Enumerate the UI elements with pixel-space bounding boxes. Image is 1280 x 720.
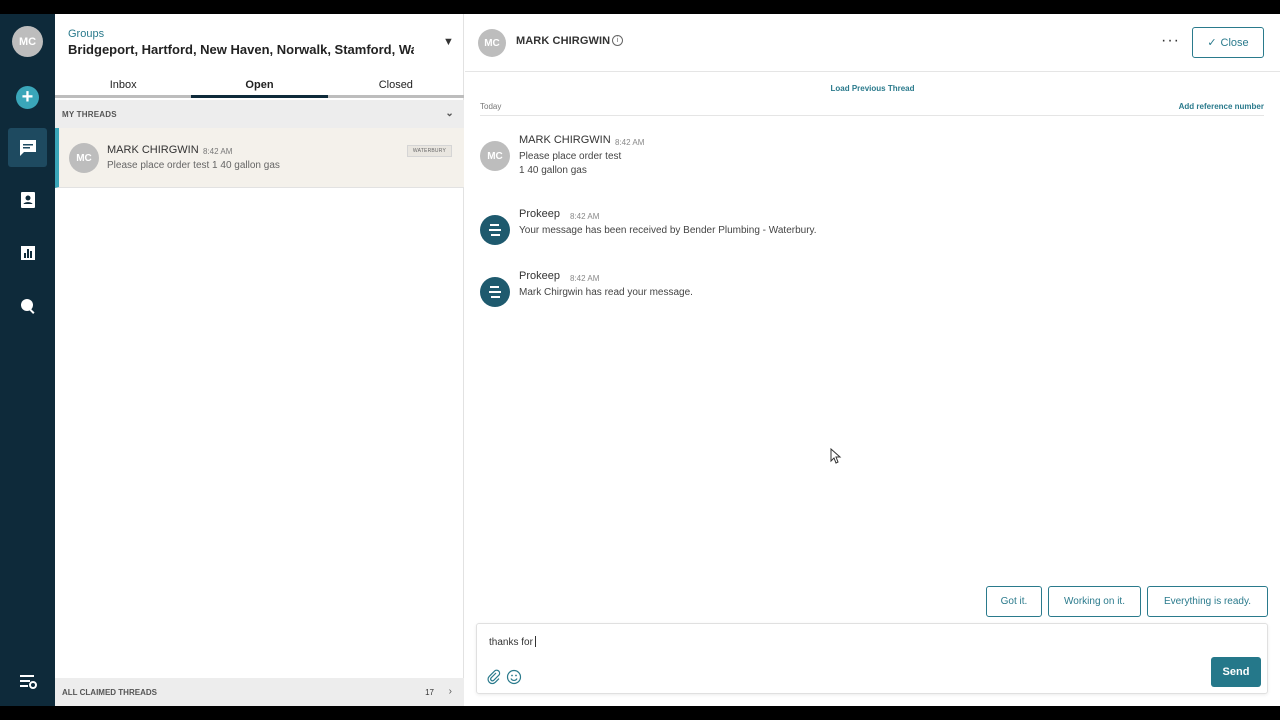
- emoji-icon[interactable]: [506, 669, 522, 685]
- message-sender: MARK CHIRGWIN: [519, 134, 611, 146]
- mouse-pointer-icon: [830, 448, 842, 464]
- conversation-panel: MC MARK CHIRGWIN i ··· ✓ Close Load Prev…: [465, 14, 1280, 706]
- contacts-icon: [20, 191, 35, 208]
- messages-icon: [19, 139, 36, 156]
- contact-name[interactable]: MARK CHIRGWIN: [516, 35, 610, 47]
- add-reference-number-link[interactable]: Add reference number: [1179, 102, 1264, 111]
- claimed-label: ALL CLAIMED THREADS: [62, 688, 157, 697]
- all-claimed-threads-row[interactable]: ALL CLAIMED THREADS 17 ›: [55, 678, 464, 706]
- reports-icon: [20, 245, 35, 260]
- search-icon: [20, 298, 35, 314]
- message-time: 8:42 AM: [570, 212, 600, 221]
- text-caret: [534, 636, 536, 647]
- more-options-icon[interactable]: ···: [1161, 32, 1180, 50]
- my-threads-header[interactable]: MY THREADS ⌄: [55, 100, 464, 128]
- chevron-down-icon: ⌄: [445, 108, 454, 119]
- message-text: Your message has been received by Bender…: [519, 225, 817, 236]
- close-thread-button[interactable]: ✓ Close: [1192, 27, 1264, 58]
- quick-reply-everything-ready[interactable]: Everything is ready.: [1147, 586, 1268, 617]
- thread-tabs: Inbox Open Closed: [55, 76, 464, 98]
- paperclip-icon[interactable]: [486, 669, 502, 685]
- claimed-count: 17: [425, 688, 434, 697]
- prokeep-logo-icon: [480, 277, 510, 307]
- message-composer[interactable]: thanks for Send: [476, 623, 1268, 694]
- message-text: Please place order test 1 40 gallon gas: [519, 151, 622, 176]
- day-label: Today: [480, 102, 502, 111]
- thread-time: 8:42 AM: [203, 147, 233, 156]
- message-sender: Prokeep: [519, 270, 560, 282]
- search-nav-item[interactable]: [8, 286, 47, 325]
- tab-inbox[interactable]: Inbox: [55, 76, 192, 98]
- send-button[interactable]: Send: [1211, 657, 1261, 687]
- quick-reply-working-on-it[interactable]: Working on it.: [1048, 586, 1141, 617]
- app-window: MC + Groups Bridgeport, Hartford, New Ha…: [0, 14, 1280, 706]
- checkmark-icon: ✓: [1207, 37, 1217, 49]
- tab-open[interactable]: Open: [191, 76, 328, 98]
- message-text: Mark Chirgwin has read your message.: [519, 287, 693, 298]
- thread-preview: Please place order test 1 40 gallon gas: [107, 160, 280, 171]
- chevron-right-icon: ›: [448, 686, 452, 697]
- groups-selector[interactable]: Bridgeport, Hartford, New Haven, Norwalk…: [68, 42, 414, 57]
- prokeep-logo-icon: [480, 215, 510, 245]
- avatar: MC: [478, 29, 506, 57]
- settings-nav-item[interactable]: [8, 661, 47, 700]
- left-nav: MC +: [0, 14, 55, 706]
- thread-list-item[interactable]: MC MARK CHIRGWIN 8:42 AM Please place or…: [55, 128, 464, 188]
- groups-label: Groups: [68, 28, 105, 40]
- new-message-button[interactable]: +: [16, 86, 39, 109]
- quick-reply-got-it[interactable]: Got it.: [986, 586, 1042, 617]
- thread-name: MARK CHIRGWIN: [107, 144, 199, 156]
- message-input[interactable]: thanks for: [489, 636, 536, 648]
- info-icon[interactable]: i: [612, 35, 623, 46]
- settings-icon: [19, 674, 37, 689]
- location-badge: WATERBURY: [406, 145, 452, 157]
- day-divider: Today Add reference number: [480, 102, 1264, 116]
- chevron-down-icon[interactable]: ▼: [443, 36, 454, 48]
- message-input-text: thanks for: [489, 637, 533, 648]
- user-avatar[interactable]: MC: [12, 26, 43, 57]
- threads-panel: Groups Bridgeport, Hartford, New Haven, …: [55, 14, 464, 706]
- message-time: 8:42 AM: [615, 138, 645, 147]
- message-time: 8:42 AM: [570, 274, 600, 283]
- conversation-header: MC MARK CHIRGWIN i ··· ✓ Close: [465, 14, 1280, 72]
- avatar: MC: [69, 143, 99, 173]
- avatar: MC: [480, 141, 510, 171]
- reports-nav-item[interactable]: [8, 233, 47, 272]
- tab-closed[interactable]: Closed: [327, 76, 464, 98]
- message-sender: Prokeep: [519, 208, 560, 220]
- contacts-nav-item[interactable]: [8, 180, 47, 219]
- messages-nav-item[interactable]: [8, 128, 47, 167]
- close-label: Close: [1220, 36, 1249, 49]
- load-previous-thread-link[interactable]: Load Previous Thread: [465, 84, 1280, 93]
- my-threads-label: MY THREADS: [62, 110, 117, 119]
